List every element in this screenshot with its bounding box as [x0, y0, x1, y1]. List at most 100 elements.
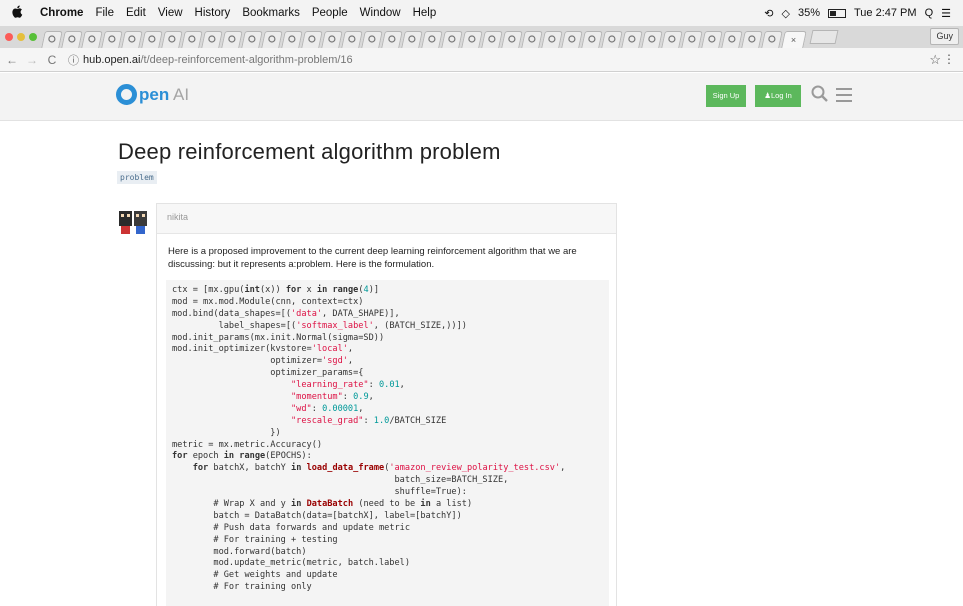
- forward-button[interactable]: →: [24, 53, 40, 67]
- site-logo[interactable]: pen AI: [116, 84, 189, 105]
- notification-center-icon[interactable]: ☰: [941, 7, 951, 20]
- menu-edit[interactable]: Edit: [126, 7, 146, 19]
- tab[interactable]: [41, 31, 63, 48]
- tab[interactable]: [661, 31, 683, 48]
- minimize-window-icon[interactable]: [17, 33, 25, 41]
- menu-bookmarks[interactable]: Bookmarks: [242, 7, 300, 19]
- site-header: pen AI Sign Up ♟Log In: [0, 73, 963, 121]
- avatar[interactable]: [118, 206, 148, 236]
- post-body-text: Here is a proposed improvement to the cu…: [168, 246, 577, 270]
- tab[interactable]: [501, 31, 523, 48]
- tab-close-icon[interactable]: ×: [791, 35, 796, 45]
- tab-favicon-icon: [328, 35, 336, 45]
- menu-history[interactable]: History: [195, 7, 231, 19]
- tab-favicon-icon: [308, 35, 316, 45]
- menu-view[interactable]: View: [158, 7, 183, 19]
- menu-people[interactable]: People: [312, 7, 348, 19]
- tab[interactable]: [401, 31, 423, 48]
- bookmark-star-icon[interactable]: ☆: [929, 52, 941, 68]
- topic-title: Deep reinforcement algorithm problem: [118, 139, 501, 164]
- time-machine-icon[interactable]: ⟲: [764, 7, 773, 20]
- clock[interactable]: Tue 2:47 PM: [854, 7, 917, 19]
- signup-button[interactable]: Sign Up: [706, 85, 746, 107]
- tab-favicon-icon: [348, 35, 356, 45]
- menu-window[interactable]: Window: [360, 7, 401, 19]
- url-host: hub.open.ai: [83, 53, 141, 66]
- site-info-icon[interactable]: ⓘ: [68, 52, 79, 68]
- tab[interactable]: [681, 31, 703, 48]
- tab[interactable]: [721, 31, 743, 48]
- tab-active[interactable]: ×: [781, 31, 807, 48]
- tab[interactable]: [361, 31, 383, 48]
- tab-favicon-icon: [288, 35, 296, 45]
- tab[interactable]: [381, 31, 403, 48]
- login-button[interactable]: ♟Log In: [755, 85, 801, 107]
- tab-favicon-icon: [148, 35, 156, 45]
- mac-menu-bar: Chrome File Edit View History Bookmarks …: [0, 0, 963, 26]
- address-bar[interactable]: ⓘ hub.open.ai /t/deep-reinforcement-algo…: [68, 52, 353, 68]
- tab[interactable]: [741, 31, 763, 48]
- tab[interactable]: [201, 31, 223, 48]
- tab-favicon-icon: [568, 35, 576, 45]
- tab[interactable]: [81, 31, 103, 48]
- tab[interactable]: [541, 31, 563, 48]
- browser-toolbar: ← → C ⓘ hub.open.ai /t/deep-reinforcemen…: [0, 48, 963, 72]
- tab[interactable]: [621, 31, 643, 48]
- tab[interactable]: [241, 31, 263, 48]
- chrome-menu-icon[interactable]: ⋮: [943, 52, 955, 66]
- tab[interactable]: [261, 31, 283, 48]
- tab[interactable]: [481, 31, 503, 48]
- hamburger-menu-icon[interactable]: [836, 88, 852, 106]
- tab[interactable]: [121, 31, 143, 48]
- tab[interactable]: [221, 31, 243, 48]
- tab[interactable]: [641, 31, 663, 48]
- spotlight-icon[interactable]: Q: [925, 7, 934, 19]
- wifi-icon[interactable]: ◇: [781, 7, 789, 20]
- tab[interactable]: [601, 31, 623, 48]
- tab-favicon-icon: [268, 35, 276, 45]
- tab[interactable]: [761, 31, 783, 48]
- tab[interactable]: [181, 31, 203, 48]
- reload-button[interactable]: C: [44, 53, 60, 67]
- tab-list: ×: [41, 26, 807, 48]
- tab[interactable]: [341, 31, 363, 48]
- tab[interactable]: [101, 31, 123, 48]
- tab[interactable]: [581, 31, 603, 48]
- tab-favicon-icon: [748, 35, 756, 45]
- profile-button[interactable]: Guy: [930, 28, 959, 45]
- apple-icon[interactable]: [12, 5, 26, 21]
- topic-tag[interactable]: problem: [117, 171, 157, 184]
- tab[interactable]: [141, 31, 163, 48]
- tab-favicon-icon: [428, 35, 436, 45]
- tab-strip: × Guy: [0, 26, 963, 48]
- tab-favicon-icon: [548, 35, 556, 45]
- battery-percent[interactable]: 35%: [798, 7, 820, 19]
- battery-icon[interactable]: [827, 8, 846, 18]
- tab-favicon-icon: [448, 35, 456, 45]
- tab[interactable]: [161, 31, 183, 48]
- tab[interactable]: [301, 31, 323, 48]
- new-tab-button[interactable]: [809, 30, 839, 44]
- tab[interactable]: [321, 31, 343, 48]
- tab[interactable]: [421, 31, 443, 48]
- tab[interactable]: [61, 31, 83, 48]
- tab[interactable]: [461, 31, 483, 48]
- code-block: ctx = [mx.gpu(int(x)) for x in range(4)]…: [166, 280, 609, 606]
- tab-favicon-icon: [168, 35, 176, 45]
- menu-chrome[interactable]: Chrome: [40, 7, 83, 19]
- post-username[interactable]: nikita: [167, 212, 188, 222]
- back-button[interactable]: ←: [4, 53, 20, 67]
- tab-favicon-icon: [628, 35, 636, 45]
- menu-help[interactable]: Help: [413, 7, 437, 19]
- tab[interactable]: [701, 31, 723, 48]
- menu-file[interactable]: File: [95, 7, 114, 19]
- tab[interactable]: [281, 31, 303, 48]
- search-icon[interactable]: [811, 85, 829, 103]
- tab-favicon-icon: [128, 35, 136, 45]
- post: nikita Here is a proposed improvement to…: [156, 203, 617, 606]
- tab[interactable]: [441, 31, 463, 48]
- zoom-window-icon[interactable]: [29, 33, 37, 41]
- tab[interactable]: [521, 31, 543, 48]
- tab[interactable]: [561, 31, 583, 48]
- close-window-icon[interactable]: [5, 33, 13, 41]
